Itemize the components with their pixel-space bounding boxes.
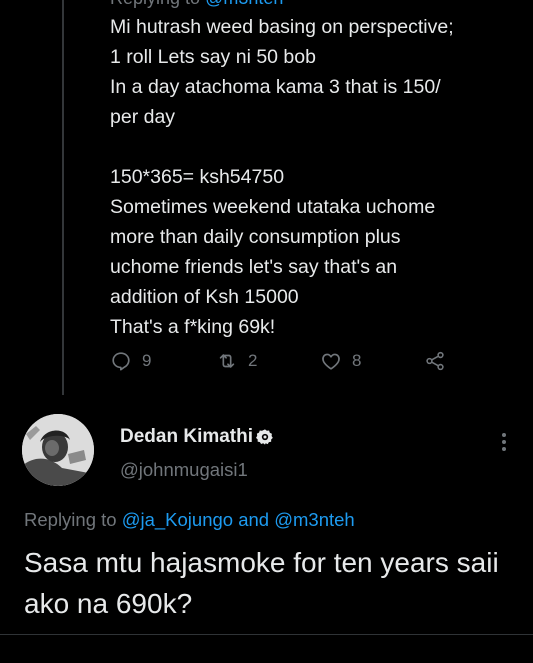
badge-icon — [256, 429, 273, 445]
mention-link[interactable]: @m3nteh — [205, 0, 283, 8]
like-button[interactable]: 8 — [320, 350, 361, 372]
replying-label: Replying to — [24, 509, 117, 530]
display-name[interactable]: Dedan Kimathi — [120, 426, 274, 448]
like-count: 8 — [352, 351, 362, 370]
parent-tweet-actions: 9 2 8 — [110, 350, 470, 380]
user-handle[interactable]: @johnmugaisi1 — [120, 459, 248, 481]
reply-button[interactable]: 9 — [110, 350, 151, 372]
share-button[interactable] — [424, 350, 446, 372]
retweet-icon — [219, 354, 235, 368]
mention-link[interactable]: @ja_Kojungo — [122, 509, 233, 530]
more-vertical-icon — [502, 433, 506, 451]
avatar[interactable] — [22, 414, 94, 486]
replying-to: Replying to @ja_Kojungo and @m3nteh — [24, 509, 355, 531]
retweet-button[interactable]: 2 — [216, 350, 257, 372]
more-options-button[interactable] — [494, 430, 514, 456]
replying-label: Replying to — [110, 0, 200, 8]
thread-connector-line — [62, 0, 64, 395]
divider — [0, 634, 533, 635]
reply-count: 9 — [142, 351, 152, 370]
parent-tweet-text: Mi hutrash weed basing on perspective; 1… — [110, 16, 454, 338]
mention-and: and — [238, 509, 270, 530]
retweet-count: 2 — [248, 351, 258, 370]
share-icon — [426, 351, 444, 371]
parent-replying-to: Replying to @m3nteh — [110, 0, 283, 9]
heart-icon — [322, 353, 340, 370]
profile-photo — [22, 414, 94, 486]
mention-link[interactable]: @m3nteh — [274, 509, 355, 530]
reply-icon — [112, 352, 130, 371]
display-name-text: Dedan Kimathi — [120, 426, 254, 447]
reply-tweet-text: Sasa mtu hajasmoke for ten years saii ak… — [24, 547, 499, 619]
